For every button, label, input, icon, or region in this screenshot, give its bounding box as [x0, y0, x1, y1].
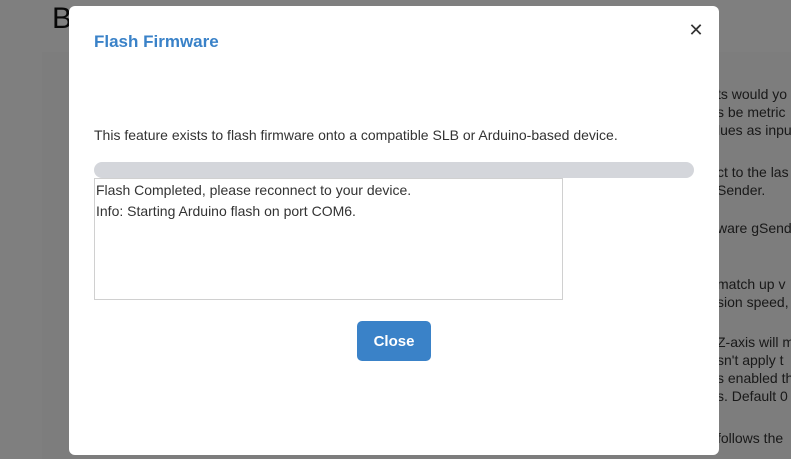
modal-title: Flash Firmware	[94, 32, 219, 51]
flash-log-output[interactable]: Flash Completed, please reconnect to you…	[94, 178, 563, 300]
flash-firmware-modal: Flash Firmware ✕ This feature exists to …	[69, 6, 719, 455]
flash-progress-fill	[94, 162, 694, 178]
close-icon[interactable]: ✕	[686, 20, 706, 40]
flash-progress-bar	[94, 162, 694, 178]
close-button[interactable]: Close	[357, 321, 431, 361]
log-line: Flash Completed, please reconnect to you…	[96, 182, 412, 198]
log-line: Info: Starting Arduino flash on port COM…	[96, 203, 356, 219]
modal-description: This feature exists to flash firmware on…	[94, 127, 618, 143]
